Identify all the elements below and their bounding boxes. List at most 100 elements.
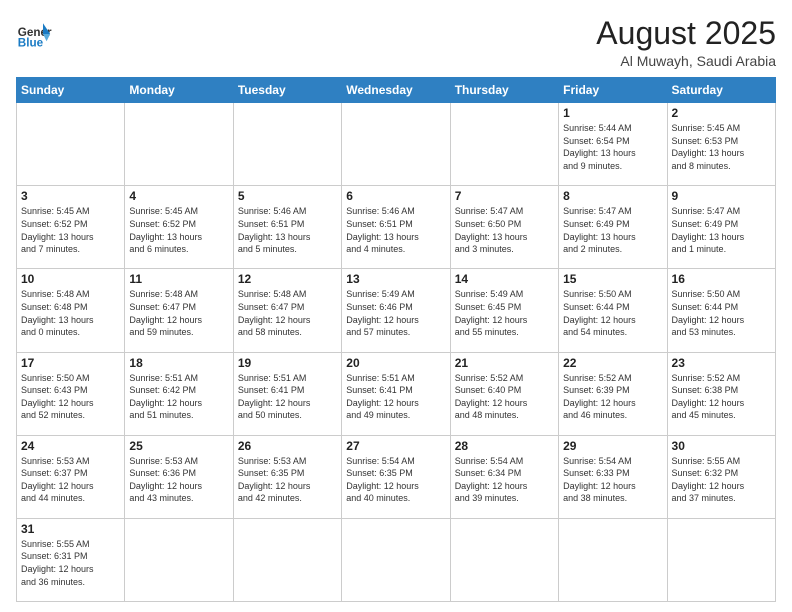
calendar-cell: 19 Sunrise: 5:51 AM Sunset: 6:41 PM Dayli… [233,352,341,435]
calendar-cell: 3Sunrise: 5:45 AM Sunset: 6:52 PM Daylig… [17,186,125,269]
day-number: 17 [21,356,120,370]
day-info: Sunrise: 5:54 AM Sunset: 6:34 PM Dayligh… [455,455,554,505]
day-info: Sunrise: 5:44 AM Sunset: 6:54 PM Dayligh… [563,122,662,172]
day-info: Sunrise: 5:52 AM Sunset: 6:39 PM Dayligh… [563,372,662,422]
day-number: 30 [672,439,771,453]
day-number: 5 [238,189,337,203]
calendar-table: SundayMondayTuesdayWednesdayThursdayFrid… [16,77,776,602]
day-info: Sunrise: 5:48 AM Sunset: 6:47 PM Dayligh… [238,288,337,338]
calendar-week-row: 3 Sunrise: 5:45 AM Sunset: 6:52 PM Daylig… [17,186,776,269]
day-number: 23 [672,356,771,370]
day-info: Sunrise: 5:48 AM Sunset: 6:48 PM Dayligh… [21,288,120,338]
header: General Blue August 2025 Al Muwayh, Saud… [16,16,776,69]
page: General Blue August 2025 Al Muwayh, Saud… [0,0,792,612]
calendar-cell: 28 Sunrise: 5:54 AM Sunset: 6:34 PM Dayli… [450,435,558,518]
month-title: August 2025 [596,16,776,51]
day-number: 7 [455,189,554,203]
calendar-cell: 2 Sunrise: 5:45 AM Sunset: 6:53 PM Daylig… [667,103,775,186]
calendar-week-row: 17 Sunrise: 5:50 AM Sunset: 6:43 PM Dayli… [17,352,776,435]
calendar-header-row: SundayMondayTuesdayWednesdayThursdayFrid… [17,78,776,103]
day-number: 4 [129,189,228,203]
calendar-cell: 4 Sunrise: 5:45 AM Sunset: 6:52 PM Daylig… [125,186,233,269]
day-info: Sunrise: 5:50 AM Sunset: 6:44 PM Dayligh… [672,288,771,338]
calendar-cell: 11 Sunrise: 5:48 AM Sunset: 6:47 PM Dayli… [125,269,233,352]
day-number: 20 [346,356,445,370]
calendar-cell: 10 Sunrise: 5:48 AM Sunset: 6:48 PM Dayli… [17,269,125,352]
day-number: 22 [563,356,662,370]
day-number: 28 [455,439,554,453]
day-info: Sunrise: 5:51 AM Sunset: 6:42 PM Dayligh… [129,372,228,422]
logo: General Blue [16,16,52,52]
calendar-cell [450,103,558,186]
day-number: 8 [563,189,662,203]
calendar-cell: 15 Sunrise: 5:50 AM Sunset: 6:44 PM Dayli… [559,269,667,352]
calendar-cell: 22 Sunrise: 5:52 AM Sunset: 6:39 PM Dayli… [559,352,667,435]
day-info: Sunrise: 5:55 AM Sunset: 6:32 PM Dayligh… [672,455,771,505]
calendar-cell: 6 Sunrise: 5:46 AM Sunset: 6:51 PM Daylig… [342,186,450,269]
calendar-cell [125,518,233,601]
calendar-cell: 8Sunrise: 5:47 AM Sunset: 6:49 PM Daylig… [559,186,667,269]
day-info: Sunrise: 5:46 AM Sunset: 6:51 PM Dayligh… [346,205,445,255]
calendar-cell [233,518,341,601]
day-info: Sunrise: 5:49 AM Sunset: 6:45 PM Dayligh… [455,288,554,338]
day-number: 18 [129,356,228,370]
day-info: Sunrise: 5:54 AM Sunset: 6:33 PM Dayligh… [563,455,662,505]
day-info: Sunrise: 5:50 AM Sunset: 6:44 PM Dayligh… [563,288,662,338]
day-info: Sunrise: 5:48 AM Sunset: 6:47 PM Dayligh… [129,288,228,338]
day-number: 13 [346,272,445,286]
day-info: Sunrise: 5:51 AM Sunset: 6:41 PM Dayligh… [238,372,337,422]
calendar-week-row: 24Sunrise: 5:53 AM Sunset: 6:37 PM Dayli… [17,435,776,518]
day-number: 29 [563,439,662,453]
day-number: 10 [21,272,120,286]
calendar-cell: 25 Sunrise: 5:53 AM Sunset: 6:36 PM Dayli… [125,435,233,518]
calendar-cell: 17 Sunrise: 5:50 AM Sunset: 6:43 PM Dayli… [17,352,125,435]
day-number: 31 [21,522,120,536]
weekday-header: Thursday [450,78,558,103]
calendar-cell [342,103,450,186]
calendar-cell: 29 Sunrise: 5:54 AM Sunset: 6:33 PM Dayli… [559,435,667,518]
calendar-cell: 21 Sunrise: 5:52 AM Sunset: 6:40 PM Dayli… [450,352,558,435]
day-info: Sunrise: 5:45 AM Sunset: 6:52 PM Dayligh… [129,205,228,255]
day-number: 19 [238,356,337,370]
day-info: Sunrise: 5:53 AM Sunset: 6:36 PM Dayligh… [129,455,228,505]
weekday-header: Sunday [17,78,125,103]
calendar-cell [342,518,450,601]
day-number: 11 [129,272,228,286]
calendar-week-row: 10 Sunrise: 5:48 AM Sunset: 6:48 PM Dayli… [17,269,776,352]
day-number: 21 [455,356,554,370]
day-number: 16 [672,272,771,286]
day-number: 15 [563,272,662,286]
calendar-cell: 9Sunrise: 5:47 AM Sunset: 6:49 PM Daylig… [667,186,775,269]
logo-icon: General Blue [16,16,52,52]
day-info: Sunrise: 5:53 AM Sunset: 6:37 PM Dayligh… [21,455,120,505]
calendar-cell: 13 Sunrise: 5:49 AM Sunset: 6:46 PM Dayli… [342,269,450,352]
day-info: Sunrise: 5:45 AM Sunset: 6:53 PM Dayligh… [672,122,771,172]
calendar-week-row: 31Sunrise: 5:55 AM Sunset: 6:31 PM Dayli… [17,518,776,601]
calendar-cell [667,518,775,601]
day-info: Sunrise: 5:52 AM Sunset: 6:40 PM Dayligh… [455,372,554,422]
weekday-header: Tuesday [233,78,341,103]
calendar-cell: 30 Sunrise: 5:55 AM Sunset: 6:32 PM Dayli… [667,435,775,518]
location: Al Muwayh, Saudi Arabia [596,53,776,69]
calendar-cell: 5Sunrise: 5:46 AM Sunset: 6:51 PM Daylig… [233,186,341,269]
day-number: 3 [21,189,120,203]
svg-text:Blue: Blue [18,37,44,50]
day-info: Sunrise: 5:49 AM Sunset: 6:46 PM Dayligh… [346,288,445,338]
day-number: 26 [238,439,337,453]
day-number: 2 [672,106,771,120]
day-number: 1 [563,106,662,120]
day-number: 6 [346,189,445,203]
title-area: August 2025 Al Muwayh, Saudi Arabia [596,16,776,69]
calendar-cell: 23Sunrise: 5:52 AM Sunset: 6:38 PM Dayli… [667,352,775,435]
calendar-cell [17,103,125,186]
calendar-cell [559,518,667,601]
calendar-cell: 16 Sunrise: 5:50 AM Sunset: 6:44 PM Dayli… [667,269,775,352]
day-info: Sunrise: 5:47 AM Sunset: 6:50 PM Dayligh… [455,205,554,255]
day-number: 25 [129,439,228,453]
calendar-cell: 26Sunrise: 5:53 AM Sunset: 6:35 PM Dayli… [233,435,341,518]
day-info: Sunrise: 5:50 AM Sunset: 6:43 PM Dayligh… [21,372,120,422]
calendar-cell [450,518,558,601]
weekday-header: Monday [125,78,233,103]
weekday-header: Friday [559,78,667,103]
day-info: Sunrise: 5:47 AM Sunset: 6:49 PM Dayligh… [672,205,771,255]
